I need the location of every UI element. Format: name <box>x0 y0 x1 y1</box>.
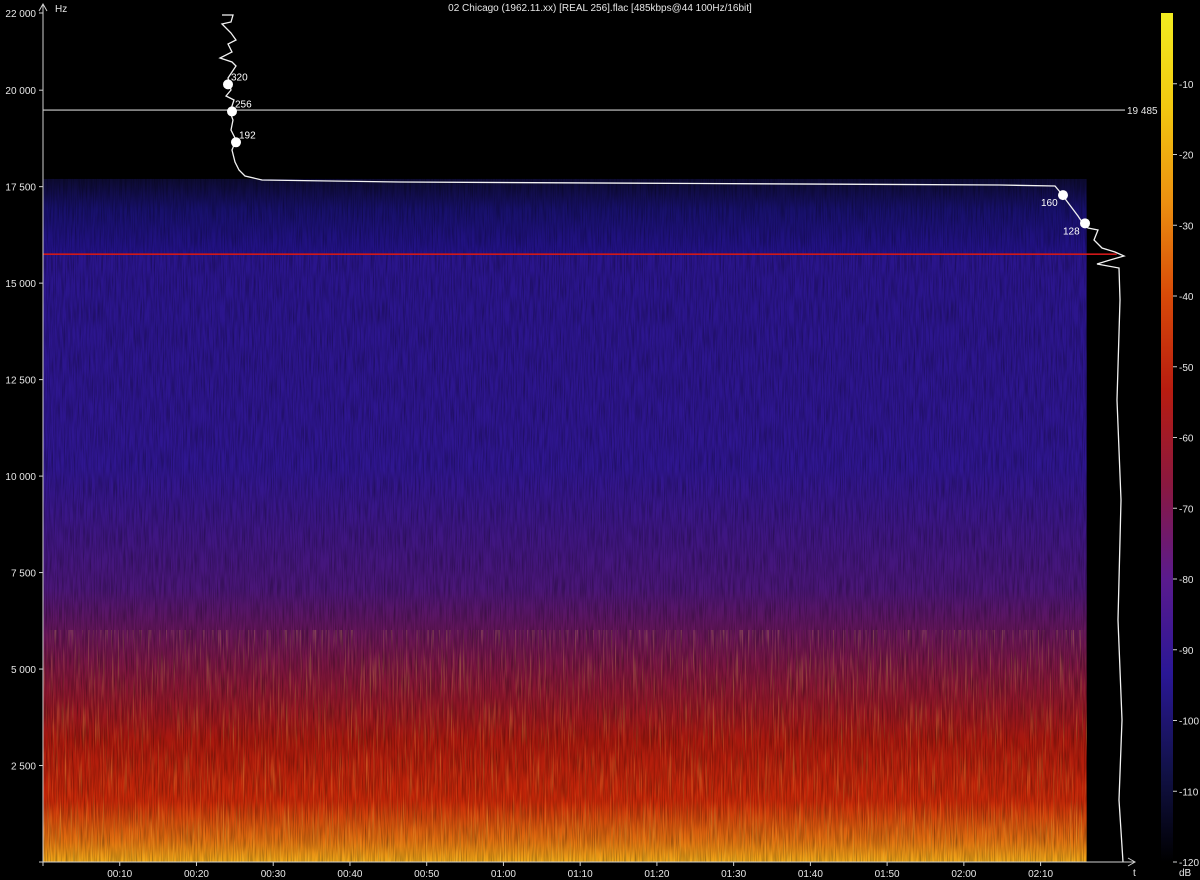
colorbar-tick-label: -30 <box>1179 221 1194 232</box>
y-tick-label: 5 000 <box>11 665 36 676</box>
x-tick-label: 01:30 <box>721 869 746 880</box>
bitrate-marker-label: 128 <box>1063 226 1080 237</box>
colorbar-tick-label: -50 <box>1179 363 1194 374</box>
spectrogram-window: 02 Chicago (1962.11.xx) [REAL 256].flac … <box>0 0 1200 880</box>
x-tick-label: 02:10 <box>1028 869 1053 880</box>
colorbar-tick-label: -100 <box>1179 717 1199 728</box>
spectrum-highlights <box>43 630 1087 862</box>
colorbar-gradient <box>1161 13 1173 862</box>
x-tick-label: 01:00 <box>491 869 516 880</box>
colorbar-tick-label: -110 <box>1179 787 1199 798</box>
colorbar-unit-label: dB <box>1179 868 1192 879</box>
x-tick-label: 00:30 <box>261 869 286 880</box>
colorbar-tick-label: -60 <box>1179 434 1194 445</box>
x-tick-label: 00:20 <box>184 869 209 880</box>
x-tick-label: 01:20 <box>644 869 669 880</box>
y-tick-label: 10 000 <box>5 472 36 483</box>
spectrogram-chart: 19 485 320 256 192 160 128 Hz t 2 500 5 000 7 50… <box>5 2 1199 880</box>
bitrate-marker-label: 320 <box>231 72 248 83</box>
x-tick-label: 01:50 <box>875 869 900 880</box>
x-tick-label: 01:40 <box>798 869 823 880</box>
y-tick-label: 17 500 <box>5 183 36 194</box>
colorbar-tick-label: -10 <box>1179 80 1194 91</box>
colorbar-tick-label: -40 <box>1179 292 1194 303</box>
plot-area <box>43 13 1125 862</box>
colorbar-tick-label: -20 <box>1179 151 1194 162</box>
reference-line-label: 19 485 <box>1127 106 1158 117</box>
colorbar: -10-20-30-40-50-60-70-80-90-100-110-120d… <box>1161 13 1199 879</box>
x-tick-label: 02:00 <box>951 869 976 880</box>
y-tick-label: 15 000 <box>5 279 36 290</box>
y-tick-label: 2 500 <box>11 762 36 773</box>
x-tick-label: 00:40 <box>337 869 362 880</box>
bitrate-marker-label: 256 <box>235 99 252 110</box>
x-tick-label: 00:50 <box>414 869 439 880</box>
x-tick-label: 00:10 <box>107 869 132 880</box>
colorbar-tick-label: -80 <box>1179 575 1194 586</box>
colorbar-tick-label: -70 <box>1179 504 1194 515</box>
bitrate-marker-label: 160 <box>1041 198 1058 209</box>
y-tick-label: 12 500 <box>5 376 36 387</box>
bitrate-marker <box>1058 190 1068 201</box>
y-tick-label: 7 500 <box>11 569 36 580</box>
y-tick-label: 20 000 <box>5 86 36 97</box>
x-axis-label: t <box>1133 868 1136 879</box>
x-tick-label: 01:10 <box>568 869 593 880</box>
bitrate-marker-label: 192 <box>239 130 256 141</box>
bitrate-marker <box>1080 218 1090 229</box>
colorbar-tick-label: -90 <box>1179 646 1194 657</box>
y-axis-label: Hz <box>55 4 67 15</box>
y-tick-label: 22 000 <box>5 9 36 20</box>
